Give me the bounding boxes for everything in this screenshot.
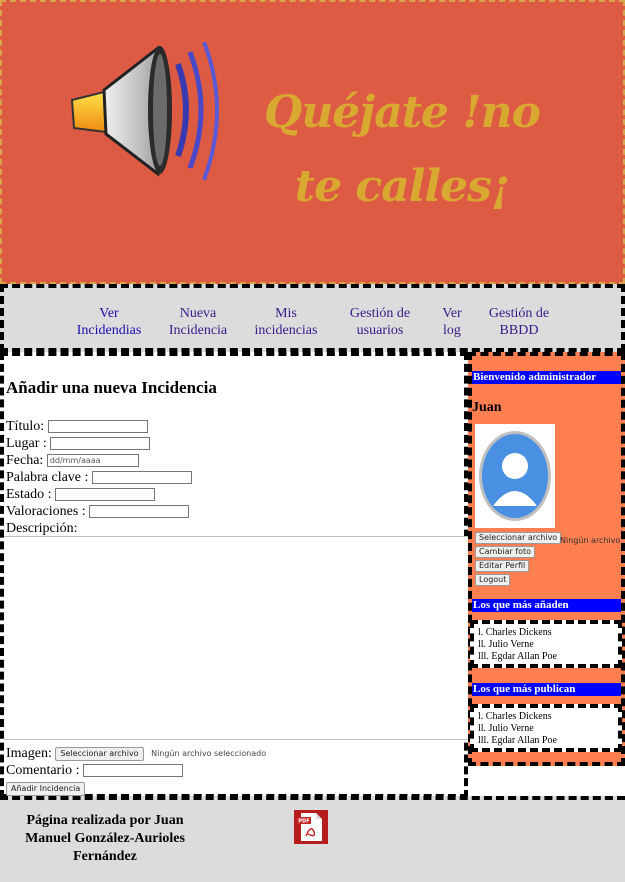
user-avatar-icon: [479, 431, 551, 521]
list-item: l. Charles Dickens: [478, 711, 552, 722]
comentario-row: Comentario :: [6, 762, 183, 779]
brand-title: Quéjate !no te calles¡: [263, 87, 541, 212]
top-publishers-list: l. Charles Dickens ll. Julio Verne lll. …: [470, 704, 622, 752]
estado-row: Estado :: [6, 486, 155, 503]
imagen-label: Imagen:: [6, 746, 52, 761]
profile-file-button[interactable]: Seleccionar archivo: [475, 532, 562, 544]
form-title: Añadir una nueva Incidencia: [6, 378, 217, 397]
avatar: [475, 424, 555, 528]
estado-input[interactable]: [55, 488, 155, 502]
nav-nueva-incidencia[interactable]: Nueva Incidencia: [160, 305, 236, 339]
username: Juan: [472, 400, 502, 415]
pdf-icon[interactable]: PDF: [294, 810, 328, 844]
fecha-input[interactable]: dd/mm/aaaa: [46, 454, 139, 468]
main-navigation: Ver Incidendias Nueva Incidencia Mis inc…: [0, 284, 625, 352]
palabra-clave-input[interactable]: [91, 471, 192, 485]
imagen-row: Imagen: Seleccionar archivo Ningún archi…: [6, 745, 266, 762]
valoraciones-label: Valoraciones :: [6, 504, 86, 519]
header-banner: Quéjate !no te calles¡: [0, 0, 625, 284]
estado-label: Estado :: [6, 487, 52, 502]
svg-text:PDF: PDF: [298, 819, 309, 825]
edit-profile-button[interactable]: Editar Perfil: [475, 560, 530, 572]
fecha-row: Fecha: dd/mm/aaaa: [6, 452, 139, 469]
valoraciones-input[interactable]: [89, 505, 190, 519]
new-incident-form: Añadir una nueva Incidencia Título: Luga…: [0, 352, 468, 798]
nav-mis-incidencias[interactable]: Mis incidencias: [248, 305, 324, 339]
welcome-header: Bienvenido administrador: [472, 371, 621, 384]
lugar-label: Lugar :: [6, 436, 47, 451]
comentario-label: Comentario :: [6, 763, 80, 778]
titulo-row: Título:: [6, 418, 148, 435]
list-item: ll. Julio Verne: [478, 639, 534, 650]
megaphone-icon: [70, 42, 219, 181]
top-adders-header: Los que más añaden: [472, 599, 621, 612]
lugar-row: Lugar :: [6, 435, 151, 452]
list-item: lll. Egdar Allan Poe: [478, 735, 557, 746]
fecha-label: Fecha:: [6, 453, 44, 468]
profile-file-status: Ningún archivo s: [560, 536, 625, 545]
list-item: lll. Egdar Allan Poe: [478, 651, 557, 662]
logout-button[interactable]: Logout: [475, 574, 511, 586]
nav-gestion-bbdd[interactable]: Gestión de BBDD: [480, 305, 558, 339]
add-incident-button[interactable]: Añadir Incidencia: [6, 782, 86, 796]
titulo-label: Título:: [6, 419, 45, 434]
titulo-input[interactable]: [47, 420, 148, 434]
nav-ver-log[interactable]: Ver log: [434, 305, 470, 339]
descripcion-textarea[interactable]: [4, 536, 468, 740]
descripcion-label: Descripción:: [6, 521, 78, 536]
nav-gestion-usuarios[interactable]: Gestión de usuarios: [340, 305, 420, 339]
nav-ver-incidencias[interactable]: Ver Incidendias: [70, 305, 148, 339]
list-item: ll. Julio Verne: [478, 723, 534, 734]
descripcion-row: Descripción:: [6, 520, 78, 537]
top-adders-list: l. Charles Dickens ll. Julio Verne lll. …: [470, 620, 622, 668]
lugar-input[interactable]: [50, 437, 151, 451]
palabra-clave-label: Palabra clave :: [6, 470, 89, 485]
list-item: l. Charles Dickens: [478, 627, 552, 638]
valoraciones-row: Valoraciones :: [6, 503, 190, 520]
imagen-file-button[interactable]: Seleccionar archivo: [55, 746, 144, 761]
top-publishers-header: Los que más publican: [472, 683, 621, 696]
palabra-clave-row: Palabra clave :: [6, 469, 192, 486]
footer-credit: Página realizada por Juan Manuel Gonzále…: [25, 813, 185, 864]
footer: Página realizada por Juan Manuel Gonzále…: [0, 796, 625, 882]
comentario-input[interactable]: [83, 764, 183, 778]
imagen-file-status: Ningún archivo seleccionado: [151, 749, 267, 759]
change-photo-button[interactable]: Cambiar foto: [475, 546, 536, 558]
